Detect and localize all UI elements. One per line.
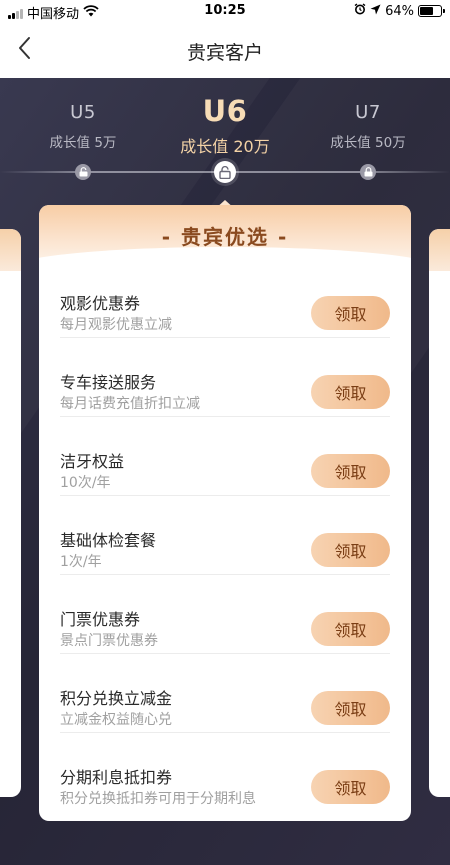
claim-button[interactable]: 领取 xyxy=(311,454,390,488)
benefit-name: 积分兑换立减金 xyxy=(60,689,173,708)
status-right: 64% xyxy=(354,3,445,19)
benefit-item: 专车接送服务 每月话费充值折扣立减 领取 xyxy=(60,338,390,417)
benefit-item: 洁牙权益 10次/年 领取 xyxy=(60,417,390,496)
benefit-desc: 积分兑换抵扣券可用于分期利息 xyxy=(60,791,256,807)
benefits-list: 观影优惠券 每月观影优惠立减 领取 专车接送服务 每月话费充值折扣立减 领取 洁… xyxy=(39,259,411,812)
status-bar: 中国移动 10:25 64% xyxy=(0,0,450,22)
benefit-name: 洁牙权益 xyxy=(60,452,125,471)
benefit-desc: 立减金权益随心兑 xyxy=(60,712,172,728)
level-growth: 成长值 5万 xyxy=(49,135,117,151)
level-u7[interactable]: U7 成长值 50万 xyxy=(308,102,428,151)
claim-button[interactable]: 领取 xyxy=(311,612,390,646)
level-growth: 成长值 20万 xyxy=(180,137,270,156)
prev-level-card[interactable] xyxy=(0,229,21,797)
level-growth: 成长值 50万 xyxy=(330,135,406,151)
benefit-desc: 每月观影优惠立减 xyxy=(60,317,172,333)
battery-icon xyxy=(418,5,445,17)
level-u5[interactable]: U5 成长值 5万 xyxy=(23,102,143,151)
claim-button[interactable]: 领取 xyxy=(311,533,390,567)
benefit-name: 分期利息抵扣券 xyxy=(60,768,173,787)
card-header: - 贵宾优选 - xyxy=(39,205,411,269)
battery-percent: 64% xyxy=(385,3,414,19)
benefit-item: 积分兑换立减金 立减金权益随心兑 领取 xyxy=(60,654,390,733)
vip-level-section: U5 成长值 5万 U6 成长值 20万 U7 成长值 50万 - 贵宾优选 -… xyxy=(0,78,450,865)
benefit-desc: 10次/年 xyxy=(60,475,111,491)
benefit-name: 观影优惠券 xyxy=(60,294,141,313)
level-name: U6 xyxy=(202,94,248,128)
claim-button[interactable]: 领取 xyxy=(311,375,390,409)
next-level-card[interactable] xyxy=(429,229,450,797)
benefit-item: 分期利息抵扣券 积分兑换抵扣券可用于分期利息 领取 xyxy=(60,733,390,812)
nav-bar: 贵宾客户 xyxy=(0,22,450,78)
level-u6[interactable]: U6 成长值 20万 xyxy=(165,94,285,157)
benefit-name: 门票优惠券 xyxy=(60,610,141,629)
lock-icon xyxy=(360,164,376,180)
claim-button[interactable]: 领取 xyxy=(311,296,390,330)
alarm-icon xyxy=(354,3,366,19)
claim-button[interactable]: 领取 xyxy=(311,770,390,804)
benefit-name: 专车接送服务 xyxy=(60,373,157,392)
benefits-card: - 贵宾优选 - 观影优惠券 每月观影优惠立减 领取 专车接送服务 每月话费充值… xyxy=(39,205,411,821)
card-title: - 贵宾优选 - xyxy=(161,225,289,249)
benefit-name: 基础体检套餐 xyxy=(60,531,157,550)
benefit-desc: 1次/年 xyxy=(60,554,102,570)
benefit-item: 观影优惠券 每月观影优惠立减 领取 xyxy=(60,259,390,338)
benefit-desc: 每月话费充值折扣立减 xyxy=(60,396,200,412)
claim-button[interactable]: 领取 xyxy=(311,691,390,725)
benefit-item: 基础体检套餐 1次/年 领取 xyxy=(60,496,390,575)
benefit-desc: 景点门票优惠券 xyxy=(60,633,158,649)
unlock-icon xyxy=(75,164,91,180)
level-name: U5 xyxy=(70,102,96,123)
page-title: 贵宾客户 xyxy=(186,42,263,64)
unlock-icon xyxy=(214,161,236,183)
benefit-item: 门票优惠券 景点门票优惠券 领取 xyxy=(60,575,390,654)
level-name: U7 xyxy=(355,102,381,123)
location-icon xyxy=(370,4,381,19)
